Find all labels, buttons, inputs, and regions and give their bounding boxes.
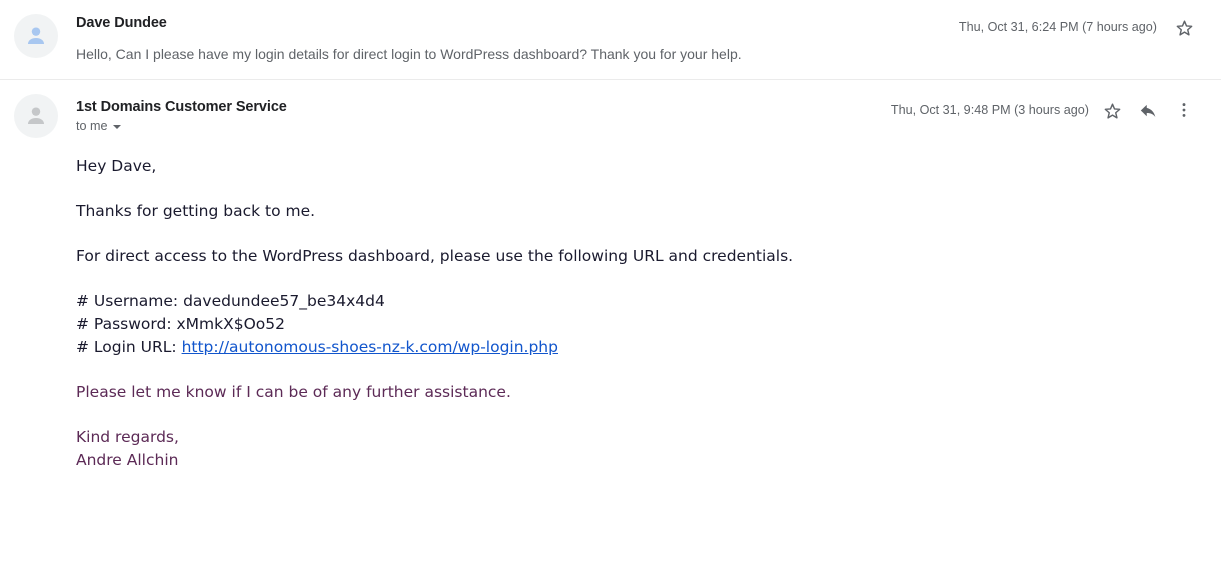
collapsed-header: Dave Dundee Thu, Oct 31, 6:24 PM (7 hour…	[76, 12, 1197, 40]
message-timestamp: Thu, Oct 31, 6:24 PM (7 hours ago)	[958, 20, 1157, 34]
body-closing: Please let me know if I can be of any fu…	[76, 383, 511, 401]
message-actions: Thu, Oct 31, 9:48 PM (3 hours ago)	[891, 96, 1197, 123]
message-snippet: Hello, Can I please have my login detail…	[76, 46, 742, 62]
star-outline-icon	[1104, 103, 1120, 119]
person-avatar-icon	[27, 27, 45, 45]
person-avatar-icon	[27, 107, 45, 125]
message-timestamp: Thu, Oct 31, 9:48 PM (3 hours ago)	[890, 103, 1089, 117]
reply-arrow-icon	[1140, 104, 1155, 117]
message-expanded: 1st Domains Customer Service to me Thu, …	[0, 80, 1221, 482]
chevron-down-icon	[112, 125, 121, 129]
star-button[interactable]	[1099, 97, 1125, 123]
avatar	[14, 94, 58, 138]
sender-name: 1st Domains Customer Service	[76, 99, 287, 115]
more-vertical-icon	[1182, 103, 1186, 117]
credentials-block: # Username: davedundee57_be34x4d4 # Pass…	[76, 290, 1197, 359]
recipient-dropdown[interactable]: to me	[76, 119, 121, 133]
sender-block: 1st Domains Customer Service to me	[76, 96, 287, 135]
avatar	[14, 14, 58, 58]
body-signoff: Kind regards,	[76, 428, 179, 446]
login-url-label: # Login URL:	[76, 338, 182, 356]
body-intro: For direct access to the WordPress dashb…	[76, 247, 794, 265]
sender-name: Dave Dundee	[76, 15, 167, 31]
more-options-button[interactable]	[1171, 97, 1197, 123]
password-line: # Password: xMmkX$Oo52	[76, 315, 285, 333]
username-line: # Username: davedundee57_be34x4d4	[76, 292, 385, 310]
login-url-line: # Login URL: http://autonomous-shoes-nz-…	[76, 336, 1197, 359]
recipient-label: to me	[76, 119, 108, 133]
expanded-header: 1st Domains Customer Service to me Thu, …	[76, 96, 1197, 135]
body-greeting: Hey Dave,	[76, 157, 157, 175]
message-collapsed[interactable]: Dave Dundee Thu, Oct 31, 6:24 PM (7 hour…	[0, 0, 1221, 80]
star-button[interactable]	[1171, 14, 1197, 40]
email-body: Hey Dave, Thanks for getting back to me.…	[76, 155, 1197, 472]
login-url-link[interactable]: http://autonomous-shoes-nz-k.com/wp-logi…	[182, 338, 558, 356]
star-outline-icon	[1176, 20, 1192, 36]
signature-name: Andre Allchin	[76, 451, 179, 469]
reply-button[interactable]	[1135, 97, 1161, 123]
header-right-group: Thu, Oct 31, 6:24 PM (7 hours ago)	[959, 12, 1197, 40]
body-thanks: Thanks for getting back to me.	[76, 202, 316, 220]
